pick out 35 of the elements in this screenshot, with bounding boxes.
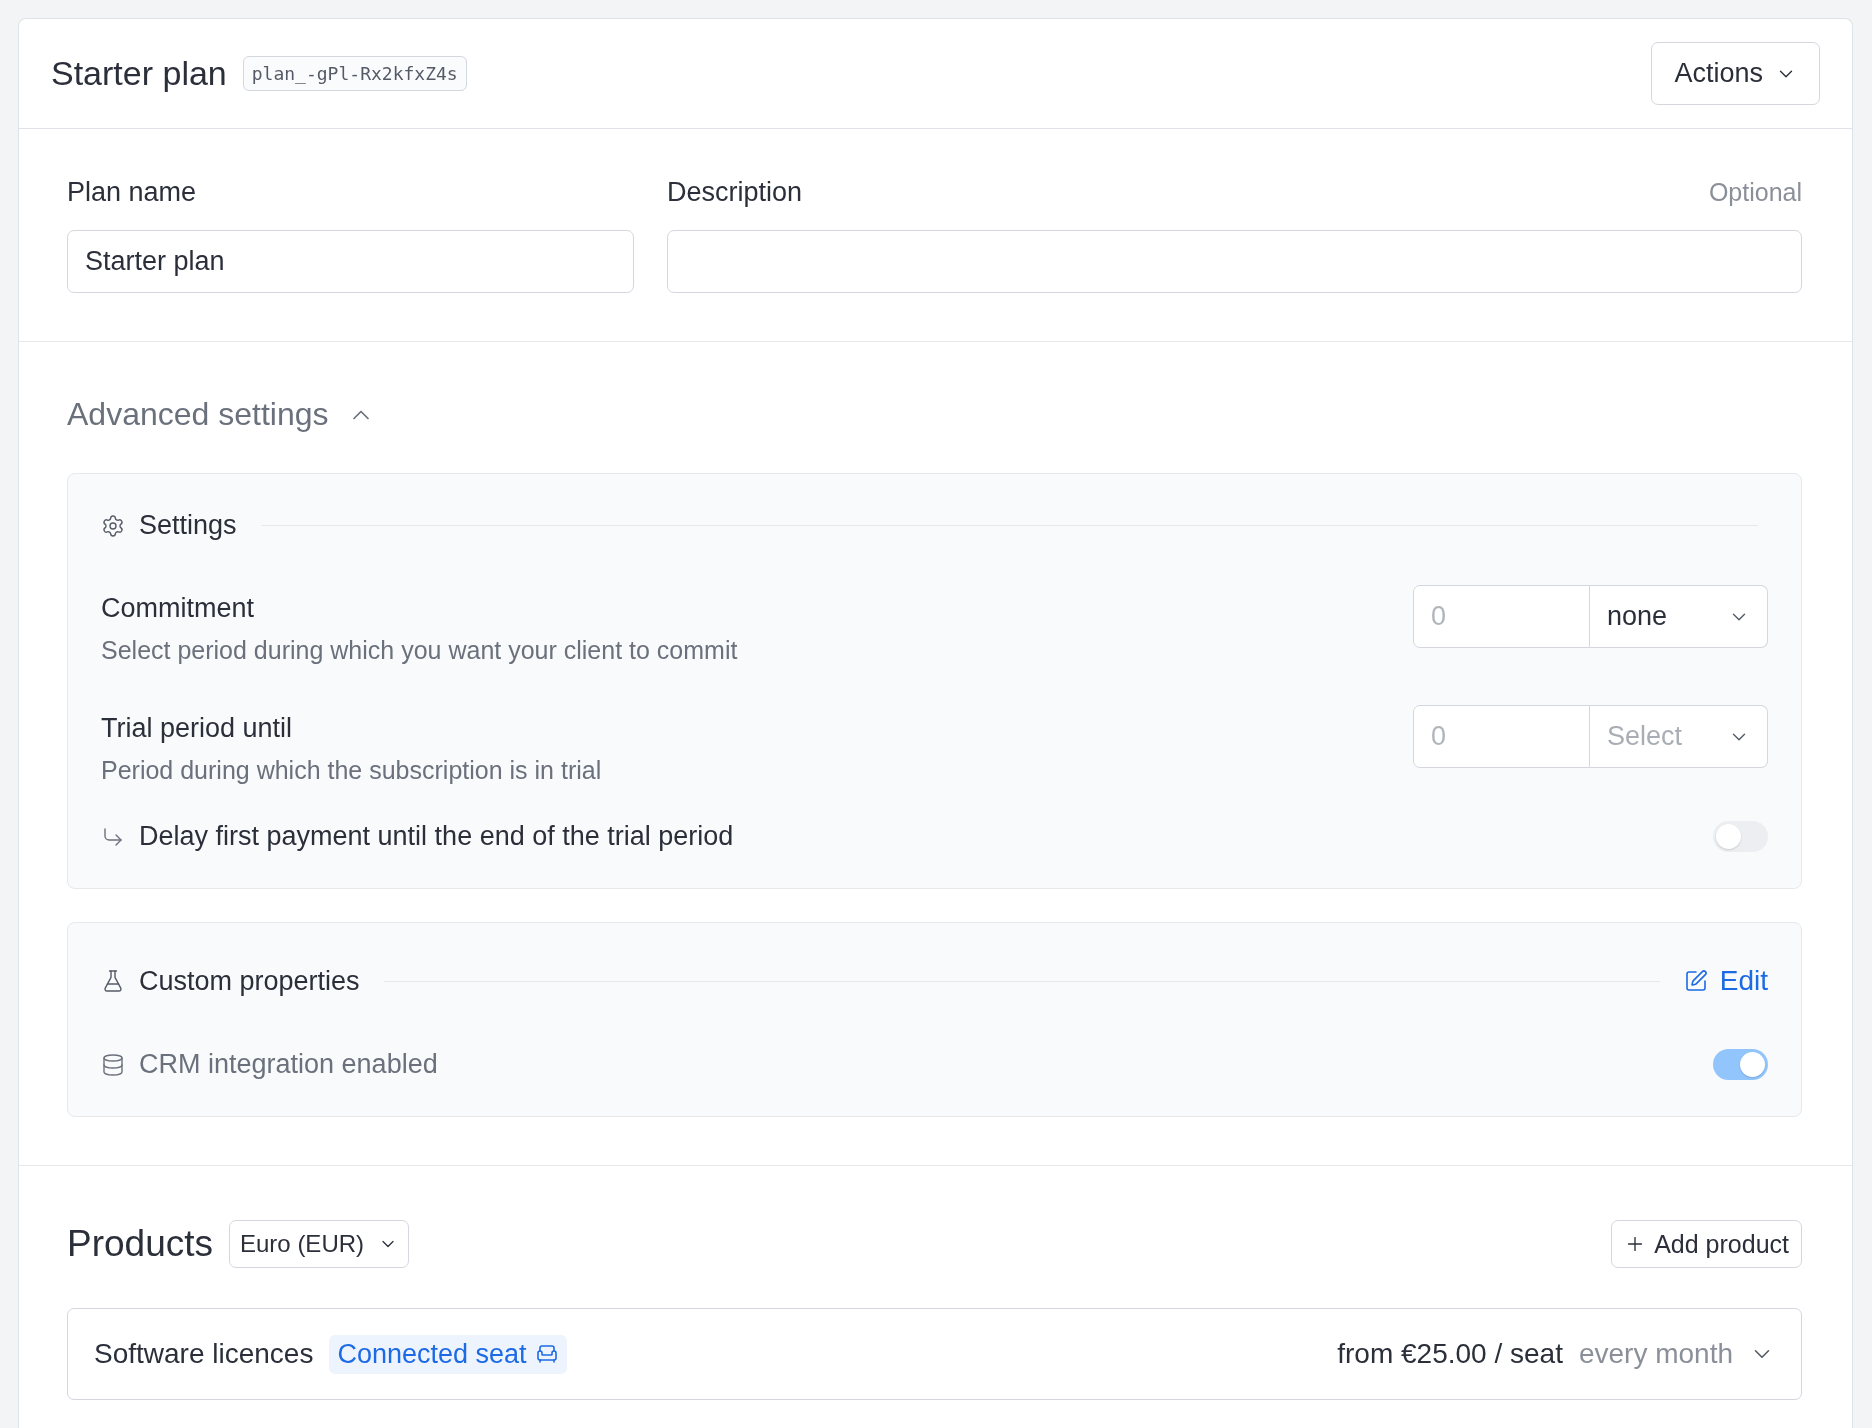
armchair-icon bbox=[534, 1342, 559, 1366]
advanced-settings-toggle[interactable]: Advanced settings bbox=[67, 396, 375, 433]
delay-label: Delay first payment until the end of the trial period bbox=[139, 821, 734, 852]
add-product-button[interactable]: Add product bbox=[1611, 1220, 1802, 1268]
settings-icon bbox=[101, 513, 125, 538]
billing-interval: every month bbox=[1578, 1338, 1733, 1370]
actions-button[interactable]: Actions bbox=[1651, 42, 1820, 105]
delay-toggle[interactable] bbox=[1713, 821, 1768, 852]
products-title: Products bbox=[67, 1223, 213, 1265]
field-label: Description bbox=[667, 177, 803, 208]
number-input[interactable]: 0 bbox=[1413, 705, 1590, 768]
product-name: Software licences bbox=[94, 1338, 314, 1370]
plan-name-input[interactable]: Starter plan bbox=[67, 230, 634, 293]
plan-id: plan_-gPl-Rx2kfxZ4s bbox=[242, 56, 467, 91]
setting-title: Commitment bbox=[101, 593, 256, 624]
section-title: Settings bbox=[139, 510, 237, 541]
crm-toggle[interactable] bbox=[1713, 1049, 1768, 1080]
connected-seat-tag: Connected seat bbox=[329, 1334, 567, 1374]
setting-description: Select period during which you want your client to commit bbox=[101, 636, 738, 665]
plan-title: Starter plan bbox=[51, 54, 227, 93]
field-label: Plan name bbox=[67, 177, 197, 208]
database-icon bbox=[101, 1052, 125, 1077]
edit-link[interactable]: Edit bbox=[1683, 965, 1768, 997]
description-input[interactable] bbox=[667, 230, 1802, 293]
edit-icon bbox=[1683, 969, 1708, 993]
setting-title: Trial period until bbox=[101, 713, 294, 744]
product-price: from €25.00 / seat bbox=[1337, 1338, 1563, 1370]
flask-icon bbox=[101, 969, 125, 993]
section-title: Custom properties bbox=[139, 965, 360, 997]
number-input[interactable]: 0 bbox=[1413, 585, 1590, 648]
optional-hint: Optional bbox=[1708, 178, 1802, 207]
currency-select[interactable]: Euro (EUR) bbox=[229, 1220, 410, 1268]
setting-description: Period during which the subscription is in trial bbox=[101, 756, 602, 785]
crm-label: CRM integration enabled bbox=[139, 1049, 438, 1080]
period-select[interactable]: none bbox=[1590, 585, 1768, 648]
